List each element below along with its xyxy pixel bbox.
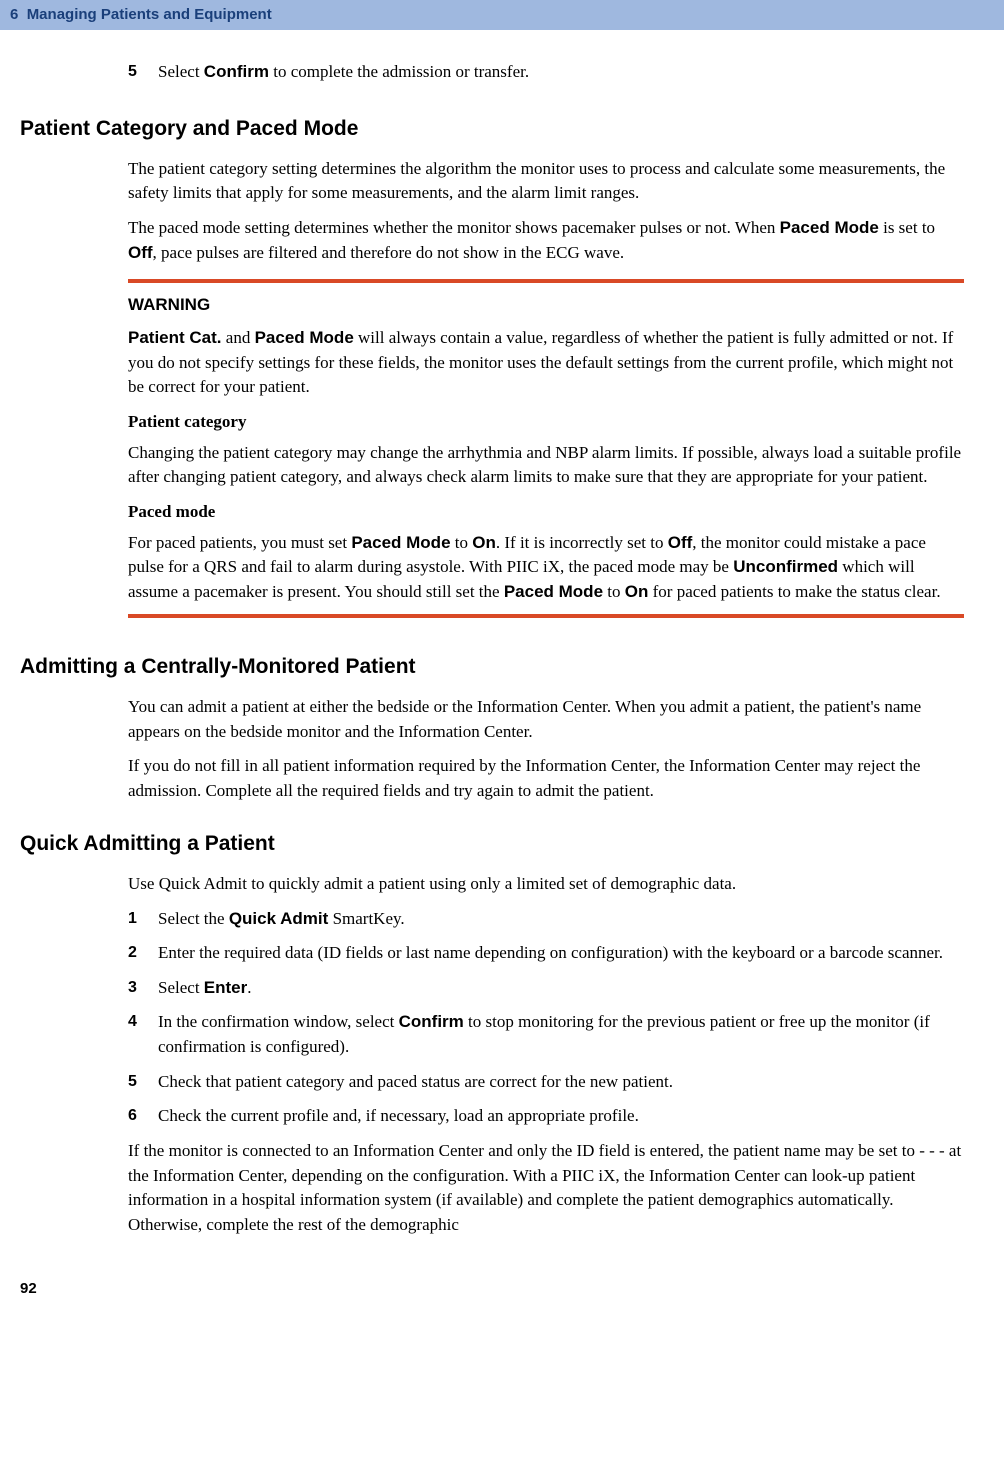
paragraph: Use Quick Admit to quickly admit a patie…	[128, 872, 964, 897]
step-text: Select Confirm to complete the admission…	[158, 60, 984, 85]
chapter-number: 6	[10, 6, 18, 23]
page-content: 5 Select Confirm to complete the admissi…	[0, 30, 1004, 1320]
warning-paragraph: Patient Cat. and Paced Mode will always …	[128, 326, 964, 400]
section-body: If the monitor is connected to an Inform…	[128, 1139, 964, 1238]
procedure-step: 1 Select the Quick Admit SmartKey.	[128, 907, 984, 932]
procedure-step: 6 Check the current profile and, if nece…	[128, 1104, 984, 1129]
warning-subheading: Patient category	[128, 410, 964, 435]
step-number: 5	[128, 60, 158, 85]
chapter-title: Managing Patients and Equipment	[27, 6, 272, 23]
step-text: Check that patient category and paced st…	[158, 1070, 984, 1095]
warning-paragraph: Changing the patient category may change…	[128, 441, 964, 490]
procedure-step: 5 Select Confirm to complete the admissi…	[128, 60, 984, 85]
procedure-step: 4 In the confirmation window, select Con…	[128, 1010, 984, 1059]
paragraph: If the monitor is connected to an Inform…	[128, 1139, 964, 1238]
section-heading: Admitting a Centrally-Monitored Patient	[20, 652, 984, 682]
step-text: Check the current profile and, if necess…	[158, 1104, 984, 1129]
chapter-header: 6 Managing Patients and Equipment	[0, 0, 1004, 30]
warning-block: WARNING Patient Cat. and Paced Mode will…	[128, 279, 964, 618]
step-number: 6	[128, 1104, 158, 1129]
step-number: 5	[128, 1070, 158, 1095]
step-number: 4	[128, 1010, 158, 1059]
procedure-step: 3 Select Enter.	[128, 976, 984, 1001]
section-body: You can admit a patient at either the be…	[128, 695, 964, 804]
warning-paragraph: For paced patients, you must set Paced M…	[128, 531, 964, 605]
step-number: 1	[128, 907, 158, 932]
step-text: Enter the required data (ID fields or la…	[158, 941, 984, 966]
paragraph: The patient category setting determines …	[128, 157, 964, 206]
paragraph: If you do not fill in all patient inform…	[128, 754, 964, 803]
step-text: Select the Quick Admit SmartKey.	[158, 907, 984, 932]
procedure-step: 5 Check that patient category and paced …	[128, 1070, 984, 1095]
warning-bar-top	[128, 279, 964, 283]
step-text: Select Enter.	[158, 976, 984, 1001]
step-number: 2	[128, 941, 158, 966]
paragraph: You can admit a patient at either the be…	[128, 695, 964, 744]
section-heading: Patient Category and Paced Mode	[20, 114, 984, 144]
section-heading: Quick Admitting a Patient	[20, 829, 984, 859]
procedure-step: 2 Enter the required data (ID fields or …	[128, 941, 984, 966]
step-number: 3	[128, 976, 158, 1001]
warning-title: WARNING	[128, 293, 964, 318]
paragraph: The paced mode setting determines whethe…	[128, 216, 964, 265]
warning-bar-bottom	[128, 614, 964, 618]
step-text: In the confirmation window, select Confi…	[158, 1010, 984, 1059]
warning-subheading: Paced mode	[128, 500, 964, 525]
section-body: Use Quick Admit to quickly admit a patie…	[128, 872, 964, 897]
section-body: The patient category setting determines …	[128, 157, 964, 266]
page-number: 92	[20, 1278, 984, 1300]
